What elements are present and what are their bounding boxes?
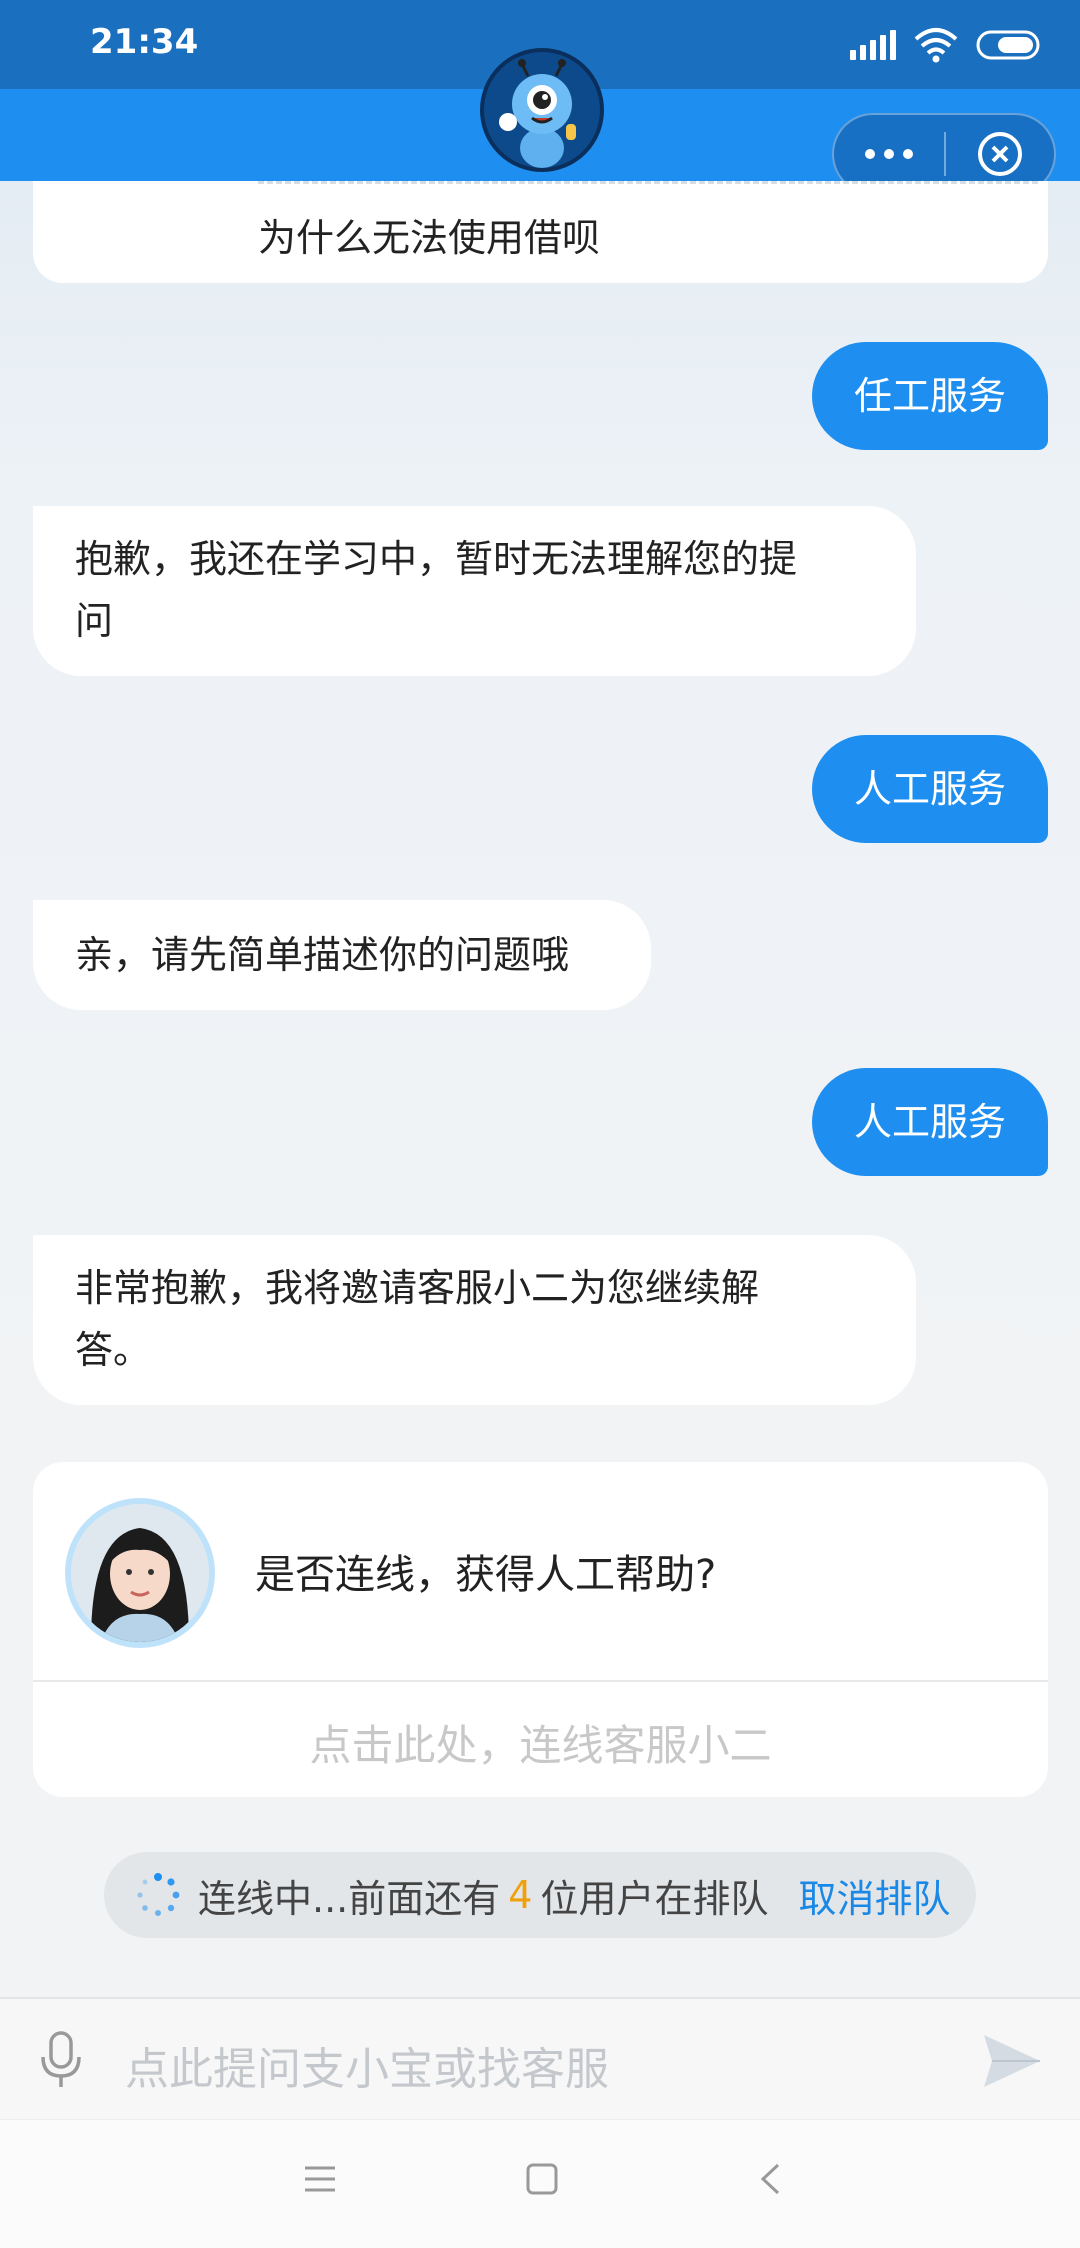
agent-avatar (65, 1498, 215, 1648)
bot-message: 为什么无法使用借呗 (33, 181, 1048, 283)
suggested-question[interactable]: 为什么无法使用借呗 (258, 216, 600, 260)
status-icons (850, 24, 1044, 66)
bot-message-line: 答。 (75, 1328, 152, 1372)
agent-question: 是否连线，获得人工帮助? (255, 1552, 717, 1598)
microphone-icon[interactable] (36, 2029, 86, 2093)
user-message: 人工服务 (811, 735, 1048, 843)
status-time: 21:34 (90, 22, 199, 62)
bot-message: 亲，请先简单描述你的问题哦 (33, 900, 651, 1010)
wifi-icon (914, 27, 958, 63)
agent-connect-card: 是否连线，获得人工帮助? 点击此处，连线客服小二 (33, 1462, 1048, 1797)
user-message: 人工服务 (811, 1068, 1048, 1176)
battery-icon (976, 29, 1044, 61)
connect-agent-button[interactable]: 点击此处，连线客服小二 (33, 1712, 1048, 1773)
home-icon[interactable] (525, 2162, 559, 2200)
cancel-queue-button[interactable]: 取消排队 (798, 1868, 950, 1923)
queue-count: 4 (508, 1873, 533, 1917)
system-nav-bar (0, 2119, 1080, 2248)
bot-message-line: 抱歉，我还在学习中，暂时无法理解您的提 (75, 537, 798, 581)
bot-message: 抱歉，我还在学习中，暂时无法理解您的提 问 (33, 506, 916, 676)
bot-message: 非常抱歉，我将邀请客服小二为您继续解 答。 (33, 1235, 916, 1405)
input-bar: 点此提问支小宝或找客服 (0, 1997, 1080, 2119)
loading-spinner-icon (137, 1873, 180, 1916)
bot-message-line: 问 (75, 599, 114, 643)
bot-message-text: 亲，请先简单描述你的问题哦 (75, 933, 570, 977)
signal-icon (850, 30, 896, 60)
queue-status: 连线中...前面还有 4 位用户在排队 取消排队 (104, 1852, 976, 1938)
robot-mascot-icon (480, 48, 604, 172)
queue-suffix: 位用户在排队 (540, 1876, 769, 1921)
send-icon[interactable] (982, 2033, 1042, 2093)
user-message: 任工服务 (811, 342, 1048, 450)
card-divider (33, 1680, 1048, 1682)
card-divider (258, 181, 1038, 184)
back-icon[interactable] (758, 2162, 782, 2200)
menu-icon[interactable] (303, 2162, 337, 2200)
bot-message-line: 非常抱歉，我将邀请客服小二为您继续解 (75, 1266, 760, 1310)
queue-prefix: 连线中...前面还有 (198, 1876, 501, 1921)
question-input[interactable]: 点此提问支小宝或找客服 (125, 2033, 609, 2097)
